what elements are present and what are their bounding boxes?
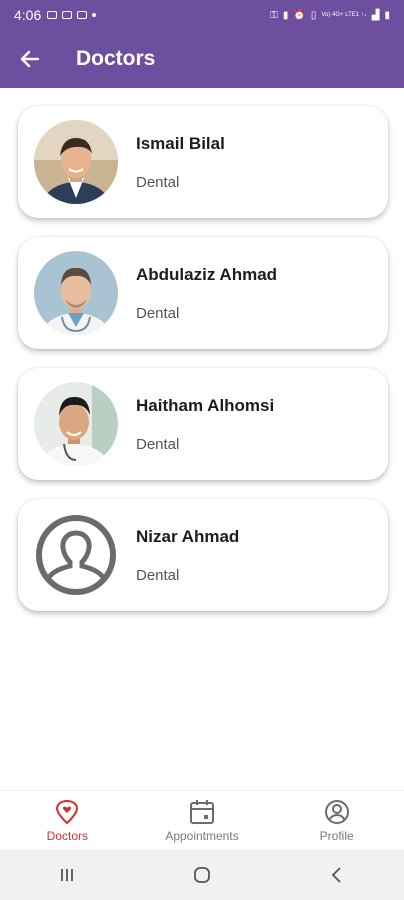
nav-label: Doctors: [46, 828, 88, 843]
system-navigation: [0, 850, 404, 900]
doctor-avatar: [34, 382, 118, 466]
doctor-specialty: Dental: [136, 304, 180, 322]
doctor-name: Ismail Bilal: [136, 133, 225, 153]
alarm-icon: ⏰: [293, 9, 306, 21]
doctor-card[interactable]: Nizar Ahmad Dental: [18, 499, 388, 611]
app-bar: Doctors: [0, 30, 404, 88]
recent-apps-icon[interactable]: [57, 865, 77, 885]
gallery-icon: [62, 11, 73, 19]
location-heart-icon: [56, 799, 79, 824]
user-placeholder-icon: [36, 515, 116, 595]
doctor-card[interactable]: Haitham Alhomsi Dental: [18, 368, 388, 480]
battery-icon: ▮: [384, 9, 390, 21]
back-nav-icon[interactable]: [327, 865, 347, 885]
doctor-specialty: Dental: [136, 173, 180, 191]
nav-label: Profile: [319, 828, 354, 843]
doctor-card[interactable]: Ismail Bilal Dental: [18, 106, 388, 218]
nav-label: Appointments: [165, 828, 239, 843]
arrow-left-icon: [20, 50, 40, 68]
doctor-name: Haitham Alhomsi: [136, 395, 275, 415]
doctor-avatar: [34, 251, 118, 335]
doctor-list: Ismail Bilal Dental Abdulaziz Ahmad Dent…: [18, 106, 388, 630]
doctor-avatar: [34, 513, 118, 597]
vibrate-icon: ▯: [310, 9, 317, 21]
status-time: 4:06: [14, 7, 42, 23]
status-bar: 4:06 ⚿ ▮ ⏰ ▯ Vo) 4G+ LTE1 ↑↓ ▟ ▮: [0, 0, 404, 30]
back-button[interactable]: [0, 30, 60, 88]
message-icon: [77, 11, 88, 19]
nav-profile[interactable]: Profile: [269, 791, 404, 850]
doctor-card[interactable]: Abdulaziz Ahmad Dental: [18, 237, 388, 349]
key-icon: ⚿: [270, 9, 278, 21]
home-icon[interactable]: [192, 865, 212, 885]
bottom-navigation: Doctors Appointments Profile: [0, 790, 404, 850]
user-circle-icon: [324, 799, 349, 824]
doctor-avatar: [34, 120, 118, 204]
doctor-name: Nizar Ahmad: [136, 526, 240, 546]
nav-doctors[interactable]: Doctors: [0, 791, 135, 850]
doctor-specialty: Dental: [136, 566, 180, 584]
network-text: Vo) 4G+ LTE1 ↑↓: [321, 12, 367, 18]
notification-dot-icon: [92, 13, 97, 17]
battery-saver-icon: ▮: [282, 9, 289, 21]
nav-appointments[interactable]: Appointments: [135, 791, 270, 850]
calendar-icon: [190, 799, 214, 824]
sim-icon: [47, 11, 58, 19]
doctor-specialty: Dental: [136, 435, 180, 453]
signal-icon: ▟: [371, 9, 380, 21]
page-title: Doctors: [76, 47, 156, 70]
doctor-name: Abdulaziz Ahmad: [136, 264, 278, 284]
